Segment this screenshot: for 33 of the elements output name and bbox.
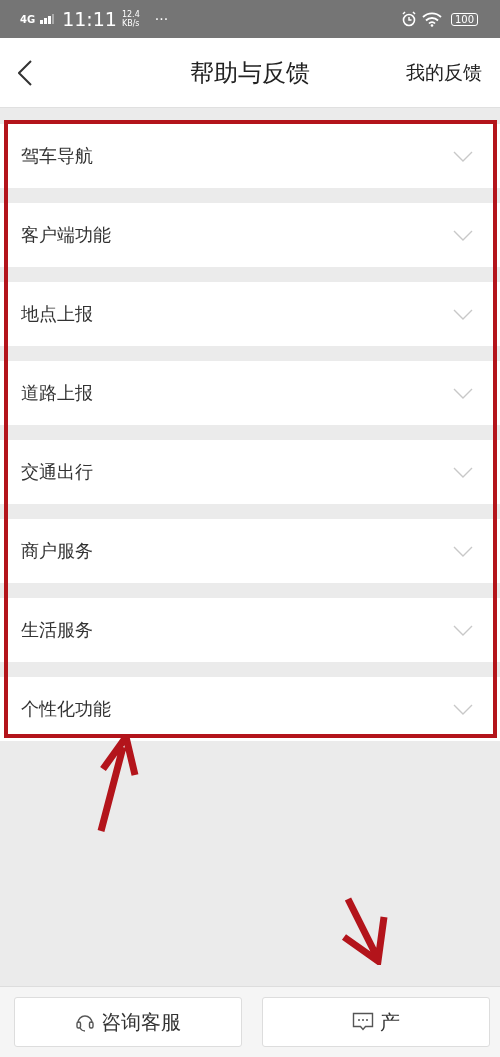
chevron-icon — [453, 466, 473, 478]
category-item[interactable]: 客户端功能 — [0, 203, 500, 267]
back-icon[interactable] — [18, 59, 32, 86]
network-label: 4G — [20, 13, 36, 25]
signal-icon — [40, 14, 55, 24]
chevron-icon — [453, 387, 473, 399]
speed-value: 12.4 — [121, 10, 140, 19]
category-item[interactable]: 生活服务 — [0, 598, 500, 662]
message-icon — [352, 1012, 374, 1032]
category-item[interactable]: 驾车导航 — [0, 124, 500, 188]
speed-unit: KB/s — [121, 19, 140, 28]
my-feedback-link[interactable]: 我的反馈 — [406, 59, 482, 86]
category-item[interactable]: 交通出行 — [0, 440, 500, 504]
chevron-icon — [453, 545, 473, 557]
chevron-icon — [453, 150, 473, 162]
battery-indicator: 100 — [450, 12, 478, 26]
wifi-icon — [421, 11, 442, 27]
category-item[interactable]: 商户服务 — [0, 519, 500, 583]
more-indicator: ··· — [154, 11, 169, 27]
category-item[interactable]: 个性化功能 — [0, 677, 500, 741]
category-item[interactable]: 地点上报 — [0, 282, 500, 346]
bottom-button[interactable]: 产 — [262, 997, 490, 1047]
chevron-icon — [453, 308, 473, 320]
annotation-arrow — [340, 895, 390, 965]
headset-icon — [75, 1012, 95, 1032]
page-title: 帮助与反馈 — [190, 57, 310, 89]
category-item[interactable]: 道路上报 — [0, 361, 500, 425]
chevron-icon — [453, 624, 473, 636]
alarm-icon — [400, 11, 417, 27]
chevron-icon — [453, 229, 473, 241]
bottom-button[interactable]: 咨询客服 — [14, 997, 242, 1047]
chevron-icon — [453, 703, 473, 715]
clock-time: 11:11 — [62, 8, 117, 30]
